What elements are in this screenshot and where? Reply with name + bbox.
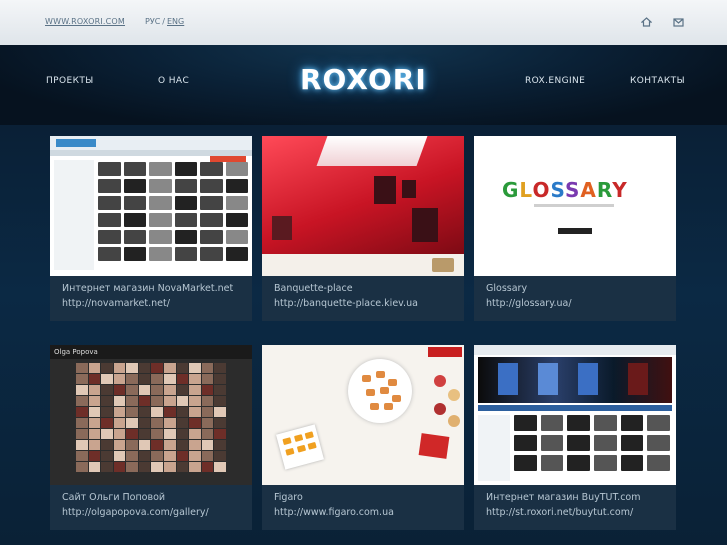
home-icon[interactable] xyxy=(639,16,653,28)
project-url[interactable]: http://glossary.ua/ xyxy=(486,298,572,309)
project-thumbnail[interactable] xyxy=(474,345,676,485)
nav-item-rox-engine[interactable]: ROX.ENGINE xyxy=(525,76,585,86)
lang-ru-link[interactable]: РУС xyxy=(145,17,160,26)
site-link[interactable]: WWW.ROXORI.COM xyxy=(45,17,125,26)
project-title[interactable]: Интернет магазин NovaMarket.net xyxy=(62,283,233,294)
site-logo[interactable]: ROXORI xyxy=(300,63,427,96)
nav-item-contacts[interactable]: КОНТАКТЫ xyxy=(630,76,685,86)
main-nav: ПРОЕКТЫ О НАС ROXORI ROX.ENGINE КОНТАКТЫ xyxy=(0,45,727,125)
project-title[interactable]: Glossary xyxy=(486,283,527,294)
lang-en-link[interactable]: ENG xyxy=(167,17,184,26)
project-thumbnail[interactable]: Olga Popova xyxy=(50,345,252,485)
project-title[interactable]: Banquette-place xyxy=(274,283,353,294)
nav-item-about[interactable]: О НАС xyxy=(158,76,189,86)
project-card[interactable]: Banquette-place http://banquette-place.k… xyxy=(262,136,464,321)
lang-separator: / xyxy=(162,17,165,26)
project-title[interactable]: Интернет магазин BuyTUT.com xyxy=(486,492,641,503)
project-url[interactable]: http://olgapopova.com/gallery/ xyxy=(62,507,209,518)
project-card[interactable]: Интернет магазин BuyTUT.com http://st.ro… xyxy=(474,345,676,530)
mail-icon[interactable] xyxy=(671,16,685,28)
project-url[interactable]: http://novamarket.net/ xyxy=(62,298,170,309)
nav-item-projects[interactable]: ПРОЕКТЫ xyxy=(46,76,94,86)
project-thumbnail[interactable] xyxy=(50,136,252,276)
project-thumbnail[interactable] xyxy=(262,345,464,485)
project-thumbnail[interactable] xyxy=(262,136,464,276)
project-thumbnail[interactable]: GLOSSARY xyxy=(474,136,676,276)
project-card[interactable]: Figaro http://www.figaro.com.ua xyxy=(262,345,464,530)
olga-site-name: Olga Popova xyxy=(54,348,98,356)
project-card[interactable]: Интернет магазин NovaMarket.net http://n… xyxy=(50,136,252,321)
project-url[interactable]: http://st.roxori.net/buytut.com/ xyxy=(486,507,633,518)
project-url[interactable]: http://www.figaro.com.ua xyxy=(274,507,394,518)
project-title[interactable]: Сайт Ольги Поповой xyxy=(62,492,165,503)
language-switcher: РУС / ENG xyxy=(145,17,184,26)
project-card[interactable]: Olga Popova Сайт Ольги Поповой http://ol… xyxy=(50,345,252,530)
glossary-logo-text: GLOSSARY xyxy=(502,178,628,202)
project-title[interactable]: Figaro xyxy=(274,492,303,503)
top-bar: WWW.ROXORI.COM РУС / ENG xyxy=(0,0,727,45)
project-url[interactable]: http://banquette-place.kiev.ua xyxy=(274,298,418,309)
project-card[interactable]: GLOSSARY Glossary http://glossary.ua/ xyxy=(474,136,676,321)
projects-section: Интернет магазин NovaMarket.net http://n… xyxy=(0,125,727,545)
